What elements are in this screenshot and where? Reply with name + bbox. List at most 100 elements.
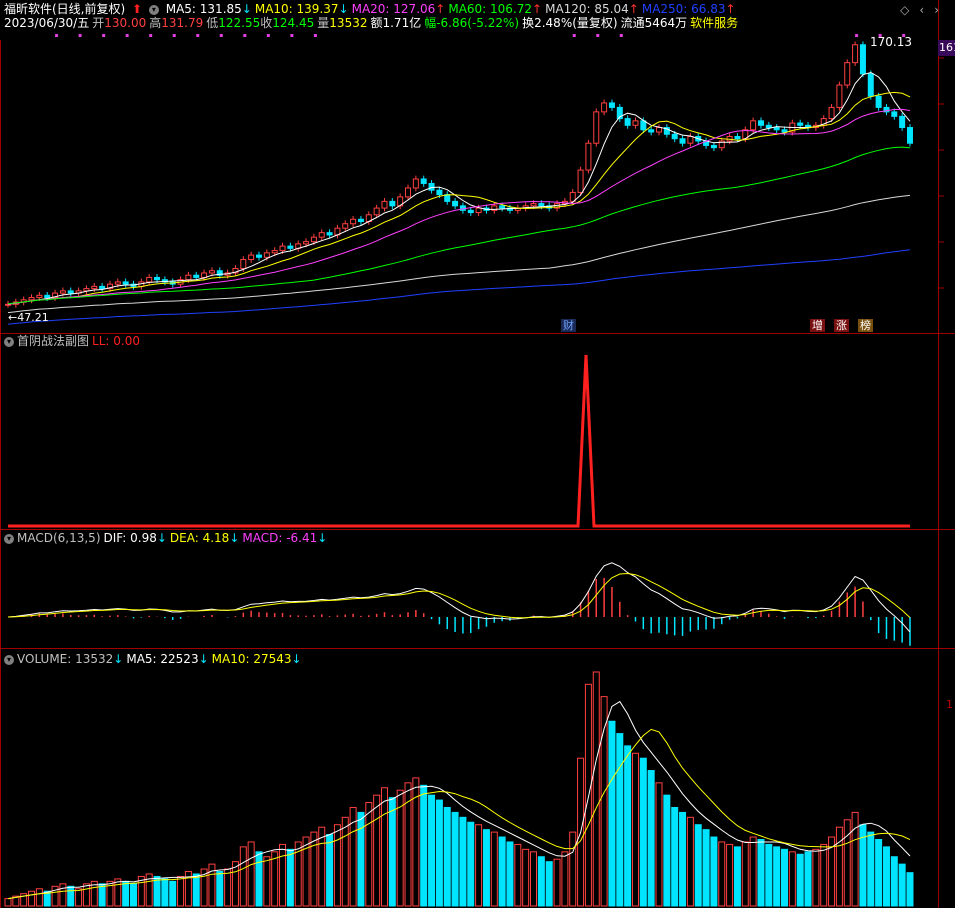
volume-scale-label: 1	[946, 698, 953, 711]
volume-bar	[788, 851, 796, 907]
volume-title: VOLUME: 13532	[17, 652, 114, 666]
collapse-icon[interactable]: ▾	[4, 336, 14, 347]
volume-bar	[192, 873, 200, 907]
volume-bar	[882, 846, 890, 907]
volume-bar	[67, 885, 75, 907]
candle-body	[59, 290, 66, 294]
volume-bar	[569, 831, 577, 907]
candle-body	[679, 138, 686, 144]
candle-body	[530, 203, 537, 207]
volume-bar	[341, 816, 349, 907]
volume-bar	[890, 856, 898, 907]
ma-line-70	[7, 194, 911, 314]
candle-body	[201, 272, 208, 278]
volume-bar	[781, 848, 789, 907]
volume-bar	[514, 843, 522, 907]
candle-body	[342, 223, 349, 229]
event-tag-ranking[interactable]: 榜	[858, 319, 873, 332]
volume-bar	[702, 829, 710, 907]
volume-bar	[177, 875, 185, 907]
signal-spike-line	[8, 354, 910, 528]
candle-body	[624, 118, 631, 126]
sub1-ll-value: LL: 0.00	[92, 334, 140, 348]
macd-dif-arrow: ↓	[156, 531, 167, 545]
volume-bar	[318, 826, 326, 907]
volume-bar	[749, 836, 757, 907]
candle-body	[452, 200, 459, 207]
signal-dot	[149, 34, 153, 37]
volume-bar	[231, 861, 239, 907]
macd-value: MACD: -6.41	[242, 531, 318, 545]
signal-dot	[102, 34, 106, 37]
volume-bar	[835, 826, 843, 907]
candle-body	[671, 133, 678, 140]
candle-body	[538, 203, 545, 207]
collapse-icon[interactable]: ▾	[4, 533, 14, 544]
volume-bar	[310, 831, 318, 907]
candle-body	[836, 84, 843, 108]
volume-bar	[114, 878, 122, 907]
candle-body	[263, 252, 270, 258]
volume-bar	[686, 816, 694, 907]
volume-bar	[906, 872, 914, 907]
volume-bar	[255, 851, 263, 907]
candle-body	[279, 245, 286, 252]
volume-bar	[4, 898, 12, 907]
candle-body	[640, 120, 647, 131]
volume-bar	[851, 811, 859, 907]
candle-body	[781, 129, 788, 133]
volume-ma5-arrow: ↓	[198, 652, 209, 666]
candle-body	[577, 169, 584, 193]
collapse-icon[interactable]: ▾	[4, 654, 14, 665]
volume-bar	[28, 890, 36, 907]
event-tag-earnings[interactable]: 财	[561, 319, 576, 332]
macd-title: MACD(6,13,5)	[17, 531, 101, 545]
event-tag-increase[interactable]: 增	[810, 319, 825, 332]
volume-bar	[608, 720, 616, 907]
volume-bar	[592, 671, 600, 907]
volume-ma10-arrow: ↓	[291, 652, 302, 666]
candle-body	[146, 276, 153, 283]
volume-bar	[553, 858, 561, 907]
candle-body	[907, 127, 913, 144]
candle-body	[734, 135, 741, 140]
volume-bar	[129, 883, 137, 907]
volume-bar	[420, 784, 428, 907]
macd-dea: DEA: 4.18	[169, 531, 230, 545]
volume-bar	[616, 733, 624, 907]
event-tag-limit-up[interactable]: 涨	[834, 319, 849, 332]
volume-bar	[459, 816, 467, 907]
volume-bar	[506, 841, 514, 907]
volume-bar	[820, 843, 828, 907]
candle-body	[436, 189, 443, 196]
candle-body	[381, 200, 388, 209]
candle-body	[765, 124, 772, 129]
volume-bar	[35, 888, 43, 907]
volume-bar	[671, 806, 679, 907]
candle-body	[828, 106, 835, 120]
volume-bar	[624, 745, 632, 907]
candle-body	[710, 144, 717, 149]
signal-dot	[572, 34, 576, 37]
candle-body	[412, 178, 419, 189]
signal-dot	[266, 34, 270, 37]
signal-dot	[243, 34, 247, 37]
volume-bar	[631, 752, 639, 907]
volume-bar	[482, 829, 490, 907]
volume-bar	[443, 806, 451, 907]
low-mark-label: ←47.21	[8, 311, 49, 324]
volume-bar	[271, 851, 279, 907]
volume-bar	[161, 878, 169, 907]
ma-line-40	[7, 146, 911, 305]
candle-body	[648, 129, 655, 133]
signal-dot	[55, 34, 59, 37]
candle-body	[891, 111, 898, 117]
signal-dot	[125, 34, 129, 37]
candle-body	[773, 127, 780, 131]
ma-line-110	[7, 249, 911, 325]
candle-body	[632, 120, 639, 126]
candle-body	[405, 187, 412, 198]
ma-line-20	[7, 108, 911, 305]
sub1-header: ▾ 首阴战法副图 LL: 0.00	[4, 334, 143, 348]
volume-bar	[279, 843, 287, 907]
